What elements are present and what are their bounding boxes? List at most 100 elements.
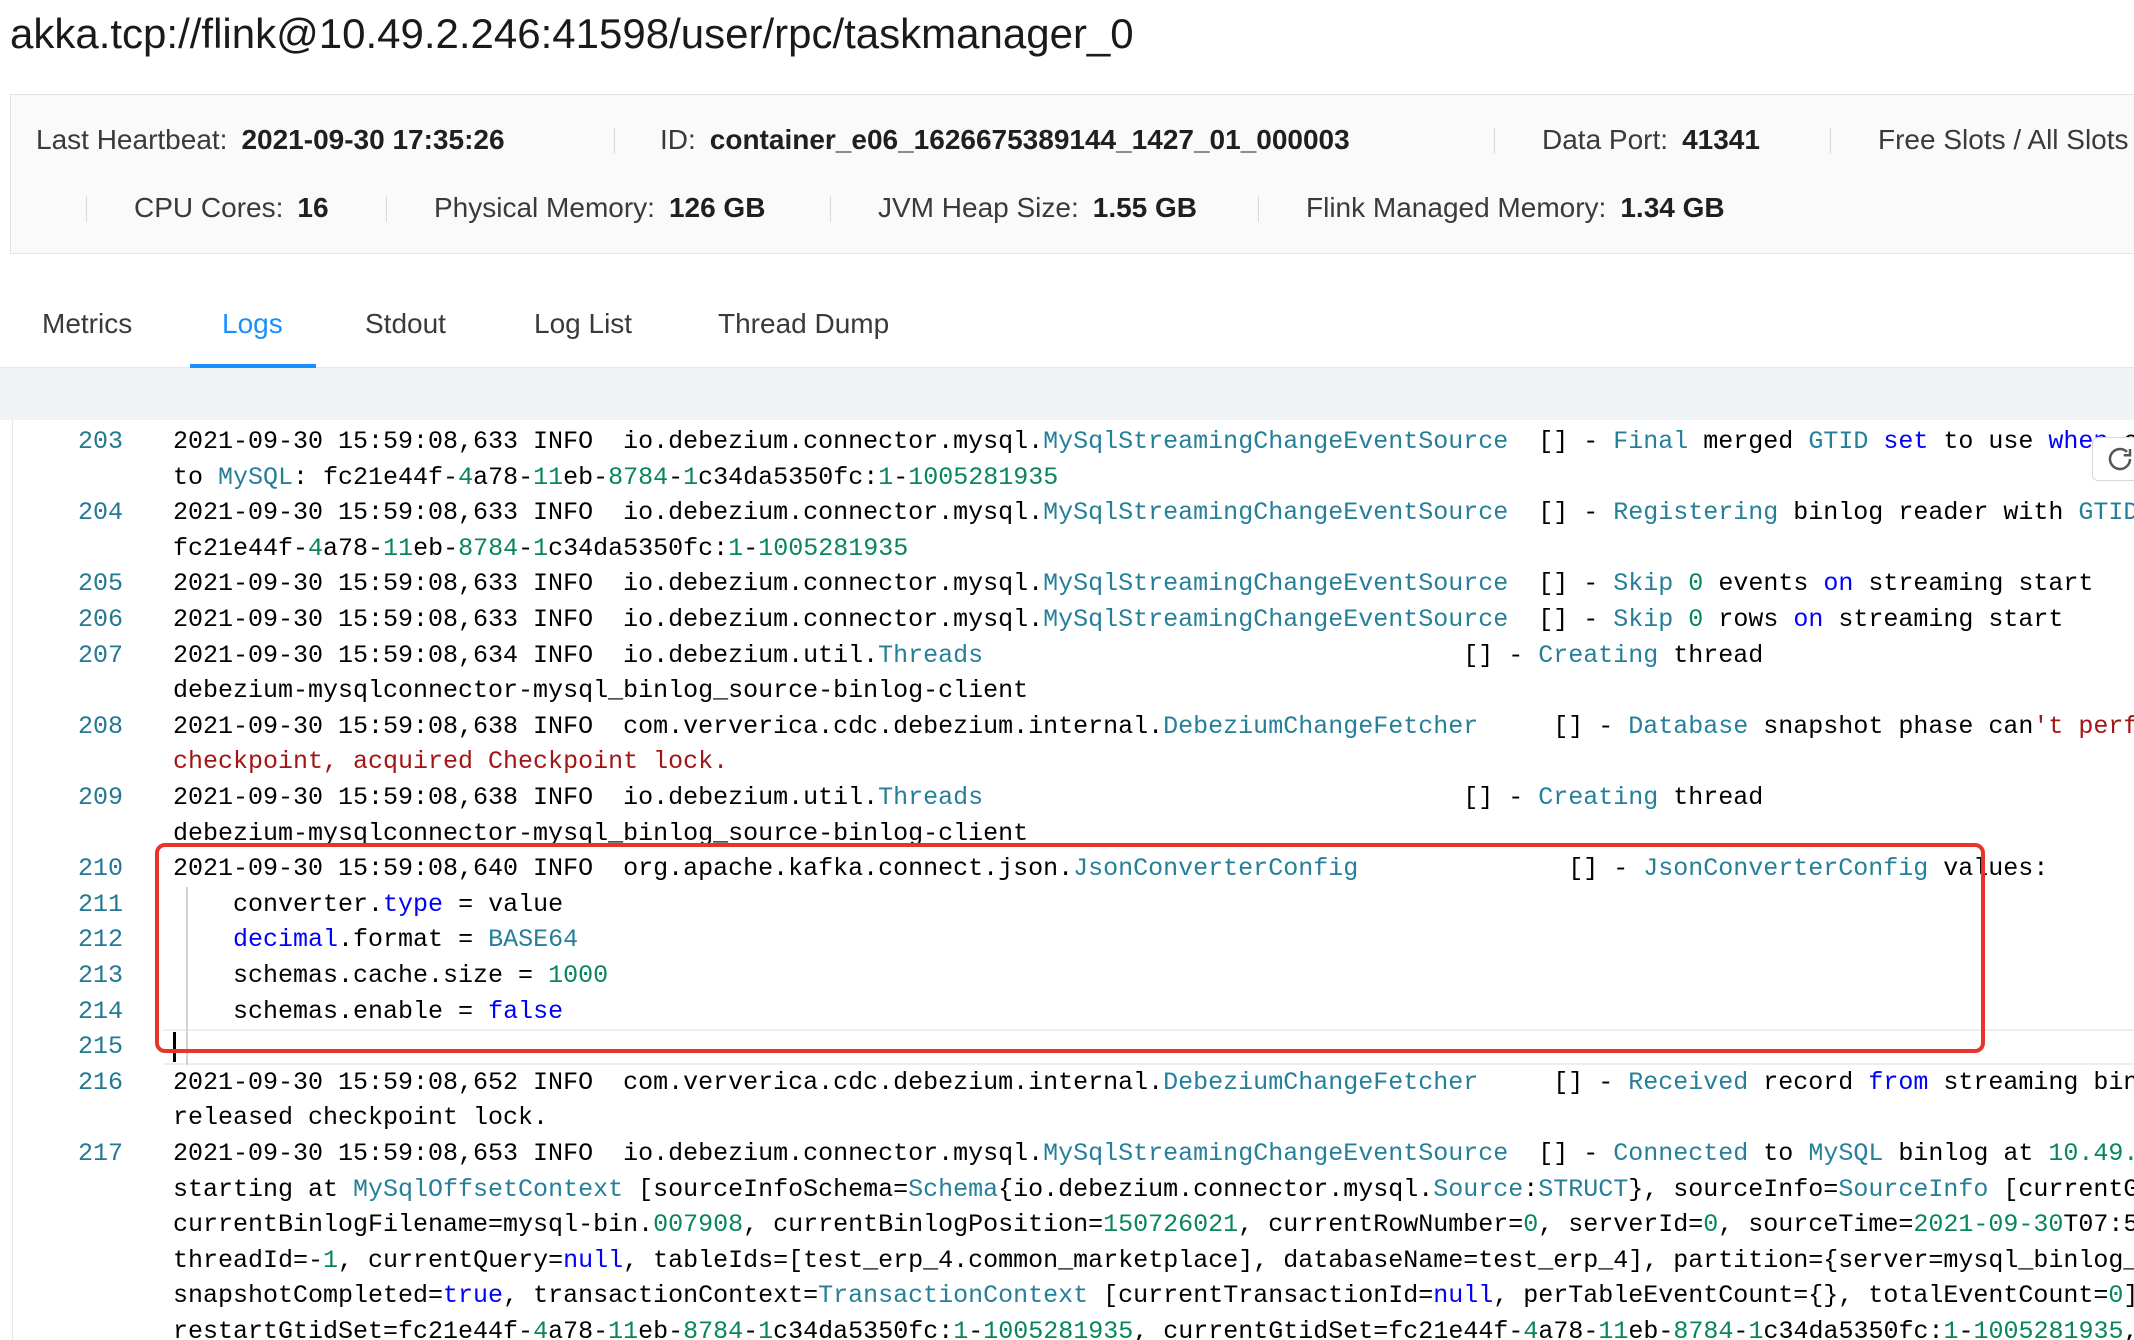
- log-line: fc21e44f-4a78-11eb-8784-1c34da5350fc:1-1…: [13, 531, 2134, 567]
- log-token: , currentQuery=: [338, 1245, 564, 1275]
- refresh-button[interactable]: [2092, 437, 2134, 481]
- log-text: 2021-09-30 15:59:08,634 INFO io.debezium…: [173, 638, 1763, 674]
- log-token: SourceInfo: [1838, 1174, 1989, 1204]
- log-token: 2021-09-30 15:59:08,633 INFO io.debezium…: [173, 427, 1044, 456]
- log-token: a78-: [1538, 1317, 1599, 1340]
- log-token: 1005281935: [908, 462, 1059, 492]
- log-token: 1: [953, 1317, 969, 1340]
- tab-bar: Metrics Logs Stdout Log List Thread Dump: [0, 296, 2134, 368]
- log-line: starting at MySqlOffsetContext [sourceIn…: [13, 1172, 2134, 1208]
- log-token: c34da5350fc:: [1763, 1317, 1944, 1340]
- log-token: 8784: [608, 462, 669, 492]
- line-number: 203: [77, 427, 123, 456]
- log-token: 1: [878, 462, 894, 492]
- log-token: 2021-09-30 15:59:08,638 INFO io.debezium…: [173, 783, 879, 812]
- log-token: true: [443, 1281, 504, 1311]
- cpu-cores-label: CPU Cores:: [134, 192, 284, 223]
- refresh-icon: [2108, 447, 2132, 471]
- log-token: 007908: [653, 1210, 744, 1240]
- log-token: MySqlStreamingChangeEventSource: [1043, 427, 1509, 456]
- log-token: streaming start: [1823, 605, 2064, 634]
- log-token: snapshot phase can: [1748, 711, 2034, 741]
- log-token: rows: [1703, 605, 1794, 634]
- divider: [86, 196, 87, 222]
- log-token: 0: [1523, 1210, 1539, 1240]
- log-token: c34da5350fc:: [773, 1317, 954, 1340]
- log-token: : fc21e44f-: [293, 462, 459, 492]
- log-token: 2021-09-30: [1913, 1210, 2064, 1240]
- log-token: 1005281935: [1973, 1317, 2124, 1340]
- line-number: 209: [77, 783, 123, 812]
- log-token: Schema: [908, 1174, 999, 1204]
- log-text: snapshotCompleted=true, transactionConte…: [173, 1278, 2134, 1314]
- log-token: MySqlStreamingChangeEventSource: [1043, 569, 1509, 599]
- jvm-heap-value: 1.55 GB: [1092, 192, 1198, 223]
- log-line: 206 2021-09-30 15:59:08,633 INFO io.debez…: [13, 602, 2134, 638]
- physical-memory-label: Physical Memory:: [434, 192, 655, 223]
- tab-stdout[interactable]: Stdout: [365, 308, 446, 340]
- log-token: [1868, 427, 1883, 456]
- log-token: MySqlStreamingChangeEventSource: [1043, 498, 1509, 528]
- log-token: eb-: [638, 1317, 684, 1340]
- log-token: snapshotCompleted=: [173, 1281, 444, 1311]
- log-token: MySQL: [1808, 1139, 1884, 1168]
- log-token: Skip: [1613, 569, 1674, 599]
- log-token: DebeziumChangeFetcher: [1163, 1067, 1479, 1097]
- line-number: 208: [77, 711, 123, 741]
- log-text: currentBinlogFilename=mysql-bin.007908, …: [173, 1207, 2134, 1243]
- log-token: released checkpoint lock.: [173, 1103, 549, 1133]
- divider: [1494, 128, 1495, 154]
- log-token: [currentGtid=null,: [2003, 1174, 2134, 1204]
- highlight-annotation-box: [155, 843, 1985, 1053]
- log-token: [1673, 569, 1688, 598]
- log-line: checkpoint, acquired Checkpoint lock.: [13, 744, 2134, 780]
- log-token: :: [1523, 1174, 1539, 1204]
- divider: [1258, 196, 1259, 222]
- log-token: -: [1958, 1317, 1974, 1340]
- log-text: 2021-09-30 15:59:08,633 INFO io.debezium…: [173, 495, 2134, 531]
- log-token: DebeziumChangeFetcher: [1163, 711, 1479, 741]
- physical-memory-value: 126 GB: [668, 192, 766, 223]
- log-token: , transactionContext=: [503, 1281, 819, 1311]
- log-token: GTID: [1808, 427, 1869, 456]
- log-token: binlog at: [1883, 1139, 2049, 1168]
- tab-thread-dump[interactable]: Thread Dump: [718, 308, 889, 340]
- physical-memory-item: Physical Memory: 126 GB: [434, 186, 765, 230]
- log-text: 2021-09-30 15:59:08,653 INFO io.debezium…: [173, 1136, 2134, 1172]
- log-token: 2021-09-30 15:59:08,638 INFO com.ververi…: [173, 711, 1164, 741]
- line-number: 204: [77, 498, 123, 528]
- log-token: thread: [1658, 783, 1764, 812]
- log-token: GTID: [2078, 498, 2134, 528]
- log-token: 1: [533, 533, 549, 563]
- tab-log-list[interactable]: Log List: [534, 308, 632, 340]
- line-number: 211: [77, 889, 123, 919]
- log-token: T07:59:08.000Z,: [2063, 1210, 2134, 1240]
- log-token: restartGtidSet=fc21e44f-: [173, 1317, 534, 1340]
- line-number: 214: [77, 996, 123, 1026]
- line-number: 212: [77, 925, 123, 955]
- data-port-item: Data Port: 41341: [1542, 118, 1760, 162]
- log-token: 11: [608, 1317, 639, 1340]
- tab-logs[interactable]: Logs: [222, 308, 283, 340]
- log-text: 2021-09-30 15:59:08,638 INFO io.debezium…: [173, 780, 1763, 816]
- log-token: [] -: [1508, 498, 1614, 528]
- divider: [830, 196, 831, 222]
- log-token: eb-: [1628, 1317, 1674, 1340]
- line-number: 217: [77, 1139, 123, 1168]
- log-token: , currentGtidSet=fc21e44f-: [1133, 1317, 1524, 1340]
- log-token: Received: [1628, 1067, 1749, 1097]
- log-token: ],: [2123, 1281, 2134, 1310]
- log-token: [] -: [1508, 427, 1614, 456]
- log-line: 205 2021-09-30 15:59:08,633 INFO io.debez…: [13, 566, 2134, 602]
- log-line: 204 2021-09-30 15:59:08,633 INFO io.debez…: [13, 495, 2134, 531]
- log-token: 11: [533, 462, 564, 492]
- log-line: released checkpoint lock.: [13, 1100, 2134, 1136]
- log-text: 2021-09-30 15:59:08,633 INFO io.debezium…: [173, 602, 2063, 638]
- free-slots-label: Free Slots / All Slots: [1878, 124, 2129, 155]
- log-text: 2021-09-30 15:59:08,633 INFO io.debezium…: [173, 566, 2093, 602]
- log-token: -: [518, 533, 534, 563]
- tab-metrics[interactable]: Metrics: [42, 308, 132, 340]
- jvm-heap-label: JVM Heap Size:: [878, 192, 1079, 223]
- log-text: 2021-09-30 15:59:08,638 INFO com.ververi…: [173, 709, 2134, 745]
- log-token: 4: [1523, 1317, 1539, 1340]
